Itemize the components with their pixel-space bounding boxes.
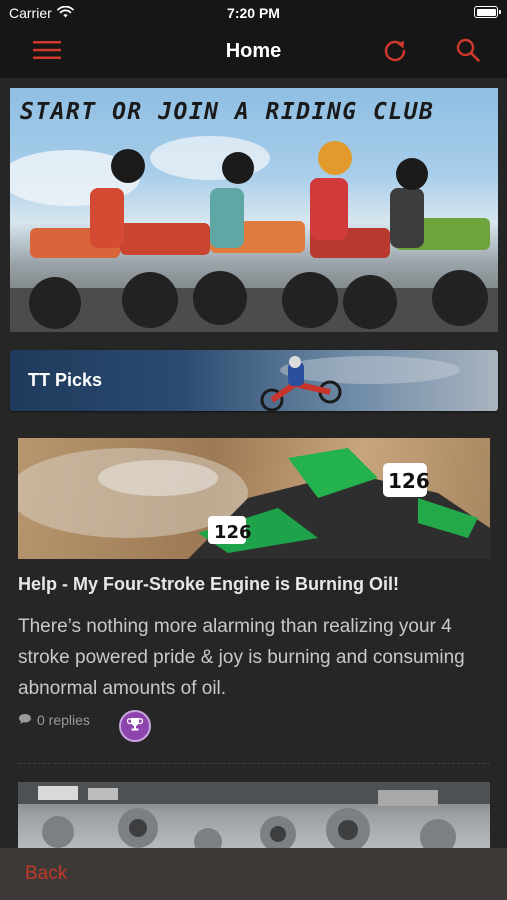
status-bar: Carrier 7:20 PM	[0, 0, 507, 26]
refresh-button[interactable]	[378, 36, 412, 68]
refresh-icon	[382, 37, 408, 68]
dirt-bike-photo: 126 126	[18, 448, 490, 559]
back-button[interactable]: Back	[25, 863, 67, 885]
article-meta: 0 replies	[18, 712, 90, 728]
bottom-bar: Back	[0, 848, 507, 900]
svg-text:126: 126	[388, 469, 430, 493]
tt-picks-section[interactable]: TT Picks	[10, 350, 498, 411]
banner-caption: START OR JOIN A RIDING CLUB	[20, 99, 435, 125]
search-button[interactable]	[451, 36, 485, 68]
next-article-image[interactable]	[18, 782, 490, 848]
riding-club-banner[interactable]: START OR JOIN A RIDING CLUB	[10, 88, 498, 332]
replies-count: 0 replies	[37, 712, 90, 728]
trophy-badge	[119, 710, 151, 742]
search-icon	[455, 37, 481, 68]
article-title[interactable]: Help - My Four-Stroke Engine is Burning …	[18, 574, 399, 595]
svg-text:126: 126	[214, 522, 252, 543]
article-image[interactable]: 126 126	[18, 438, 490, 559]
page-title: Home	[225, 40, 282, 62]
battery-icon	[474, 6, 501, 18]
navigation-bar: Home	[0, 26, 507, 78]
tt-picks-label: TT Picks	[28, 370, 103, 390]
engine-parts-photo	[18, 782, 490, 848]
speech-bubble-icon	[18, 712, 32, 728]
article-divider	[18, 763, 490, 764]
clock: 7:20 PM	[227, 5, 280, 21]
article-excerpt: There’s nothing more alarming than reali…	[18, 616, 465, 699]
home-feed[interactable]: START OR JOIN A RIDING CLUB TT Picks 126	[0, 78, 507, 848]
trophy-icon	[126, 716, 144, 737]
